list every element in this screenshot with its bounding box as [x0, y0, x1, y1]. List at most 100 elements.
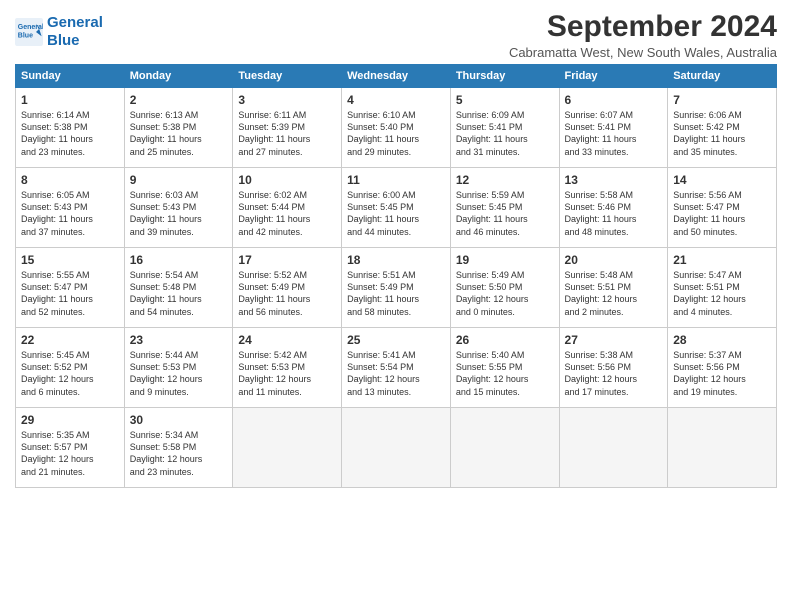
calendar-cell: 27Sunrise: 5:38 AMSunset: 5:56 PMDayligh…: [559, 328, 668, 408]
day-info: Sunrise: 6:07 AMSunset: 5:41 PMDaylight:…: [565, 109, 663, 158]
calendar-cell: 23Sunrise: 5:44 AMSunset: 5:53 PMDayligh…: [124, 328, 233, 408]
calendar-header-tuesday: Tuesday: [233, 65, 342, 88]
day-number: 20: [565, 252, 663, 268]
week-row-3: 15Sunrise: 5:55 AMSunset: 5:47 PMDayligh…: [16, 248, 777, 328]
day-number: 23: [130, 332, 228, 348]
day-info: Sunrise: 6:03 AMSunset: 5:43 PMDaylight:…: [130, 189, 228, 238]
calendar-cell: 17Sunrise: 5:52 AMSunset: 5:49 PMDayligh…: [233, 248, 342, 328]
calendar-cell: [668, 408, 777, 488]
day-number: 2: [130, 92, 228, 108]
week-row-5: 29Sunrise: 5:35 AMSunset: 5:57 PMDayligh…: [16, 408, 777, 488]
day-number: 15: [21, 252, 119, 268]
calendar-cell: 18Sunrise: 5:51 AMSunset: 5:49 PMDayligh…: [342, 248, 451, 328]
day-number: 1: [21, 92, 119, 108]
calendar-cell: 4Sunrise: 6:10 AMSunset: 5:40 PMDaylight…: [342, 88, 451, 168]
calendar-header-row: SundayMondayTuesdayWednesdayThursdayFrid…: [16, 65, 777, 88]
day-number: 21: [673, 252, 771, 268]
header: General Blue General Blue September 2024…: [15, 10, 777, 60]
day-info: Sunrise: 5:55 AMSunset: 5:47 PMDaylight:…: [21, 269, 119, 318]
calendar-cell: 7Sunrise: 6:06 AMSunset: 5:42 PMDaylight…: [668, 88, 777, 168]
calendar-header-sunday: Sunday: [16, 65, 125, 88]
day-info: Sunrise: 5:54 AMSunset: 5:48 PMDaylight:…: [130, 269, 228, 318]
calendar-cell: 15Sunrise: 5:55 AMSunset: 5:47 PMDayligh…: [16, 248, 125, 328]
calendar-cell: 26Sunrise: 5:40 AMSunset: 5:55 PMDayligh…: [450, 328, 559, 408]
calendar-cell: 20Sunrise: 5:48 AMSunset: 5:51 PMDayligh…: [559, 248, 668, 328]
calendar-cell: 16Sunrise: 5:54 AMSunset: 5:48 PMDayligh…: [124, 248, 233, 328]
day-info: Sunrise: 5:56 AMSunset: 5:47 PMDaylight:…: [673, 189, 771, 238]
day-info: Sunrise: 5:58 AMSunset: 5:46 PMDaylight:…: [565, 189, 663, 238]
calendar-cell: 3Sunrise: 6:11 AMSunset: 5:39 PMDaylight…: [233, 88, 342, 168]
day-number: 9: [130, 172, 228, 188]
day-info: Sunrise: 5:52 AMSunset: 5:49 PMDaylight:…: [238, 269, 336, 318]
calendar-header-saturday: Saturday: [668, 65, 777, 88]
day-number: 3: [238, 92, 336, 108]
day-info: Sunrise: 5:40 AMSunset: 5:55 PMDaylight:…: [456, 349, 554, 398]
day-info: Sunrise: 6:14 AMSunset: 5:38 PMDaylight:…: [21, 109, 119, 158]
location-subtitle: Cabramatta West, New South Wales, Austra…: [509, 45, 777, 60]
day-info: Sunrise: 6:11 AMSunset: 5:39 PMDaylight:…: [238, 109, 336, 158]
calendar-header-monday: Monday: [124, 65, 233, 88]
calendar-cell: [342, 408, 451, 488]
calendar-cell: 13Sunrise: 5:58 AMSunset: 5:46 PMDayligh…: [559, 168, 668, 248]
calendar-cell: 2Sunrise: 6:13 AMSunset: 5:38 PMDaylight…: [124, 88, 233, 168]
calendar-cell: 12Sunrise: 5:59 AMSunset: 5:45 PMDayligh…: [450, 168, 559, 248]
day-number: 26: [456, 332, 554, 348]
week-row-1: 1Sunrise: 6:14 AMSunset: 5:38 PMDaylight…: [16, 88, 777, 168]
day-number: 11: [347, 172, 445, 188]
calendar-cell: 9Sunrise: 6:03 AMSunset: 5:43 PMDaylight…: [124, 168, 233, 248]
day-info: Sunrise: 5:38 AMSunset: 5:56 PMDaylight:…: [565, 349, 663, 398]
day-number: 12: [456, 172, 554, 188]
day-info: Sunrise: 5:48 AMSunset: 5:51 PMDaylight:…: [565, 269, 663, 318]
calendar-cell: [450, 408, 559, 488]
logo-text-line1: General: [47, 14, 103, 32]
day-number: 22: [21, 332, 119, 348]
day-number: 25: [347, 332, 445, 348]
day-number: 7: [673, 92, 771, 108]
calendar-cell: 19Sunrise: 5:49 AMSunset: 5:50 PMDayligh…: [450, 248, 559, 328]
day-info: Sunrise: 5:35 AMSunset: 5:57 PMDaylight:…: [21, 429, 119, 478]
day-number: 27: [565, 332, 663, 348]
day-info: Sunrise: 5:34 AMSunset: 5:58 PMDaylight:…: [130, 429, 228, 478]
day-info: Sunrise: 6:02 AMSunset: 5:44 PMDaylight:…: [238, 189, 336, 238]
calendar-cell: 22Sunrise: 5:45 AMSunset: 5:52 PMDayligh…: [16, 328, 125, 408]
logo-icon: General Blue: [15, 18, 43, 46]
day-number: 4: [347, 92, 445, 108]
calendar-cell: 24Sunrise: 5:42 AMSunset: 5:53 PMDayligh…: [233, 328, 342, 408]
day-number: 18: [347, 252, 445, 268]
day-info: Sunrise: 5:51 AMSunset: 5:49 PMDaylight:…: [347, 269, 445, 318]
day-number: 8: [21, 172, 119, 188]
day-number: 16: [130, 252, 228, 268]
day-info: Sunrise: 5:44 AMSunset: 5:53 PMDaylight:…: [130, 349, 228, 398]
week-row-2: 8Sunrise: 6:05 AMSunset: 5:43 PMDaylight…: [16, 168, 777, 248]
day-number: 30: [130, 412, 228, 428]
day-number: 19: [456, 252, 554, 268]
calendar-cell: 14Sunrise: 5:56 AMSunset: 5:47 PMDayligh…: [668, 168, 777, 248]
day-info: Sunrise: 6:10 AMSunset: 5:40 PMDaylight:…: [347, 109, 445, 158]
day-number: 13: [565, 172, 663, 188]
day-number: 5: [456, 92, 554, 108]
day-number: 6: [565, 92, 663, 108]
week-row-4: 22Sunrise: 5:45 AMSunset: 5:52 PMDayligh…: [16, 328, 777, 408]
day-info: Sunrise: 5:37 AMSunset: 5:56 PMDaylight:…: [673, 349, 771, 398]
day-info: Sunrise: 6:13 AMSunset: 5:38 PMDaylight:…: [130, 109, 228, 158]
day-info: Sunrise: 6:05 AMSunset: 5:43 PMDaylight:…: [21, 189, 119, 238]
calendar-header-wednesday: Wednesday: [342, 65, 451, 88]
calendar-cell: 21Sunrise: 5:47 AMSunset: 5:51 PMDayligh…: [668, 248, 777, 328]
day-number: 29: [21, 412, 119, 428]
day-number: 10: [238, 172, 336, 188]
day-info: Sunrise: 5:41 AMSunset: 5:54 PMDaylight:…: [347, 349, 445, 398]
calendar-cell: 28Sunrise: 5:37 AMSunset: 5:56 PMDayligh…: [668, 328, 777, 408]
day-number: 17: [238, 252, 336, 268]
logo-text-line2: Blue: [47, 32, 103, 50]
calendar-cell: [559, 408, 668, 488]
day-info: Sunrise: 6:06 AMSunset: 5:42 PMDaylight:…: [673, 109, 771, 158]
calendar-cell: 5Sunrise: 6:09 AMSunset: 5:41 PMDaylight…: [450, 88, 559, 168]
day-number: 28: [673, 332, 771, 348]
calendar-cell: 10Sunrise: 6:02 AMSunset: 5:44 PMDayligh…: [233, 168, 342, 248]
logo: General Blue General Blue: [15, 10, 103, 50]
day-info: Sunrise: 6:09 AMSunset: 5:41 PMDaylight:…: [456, 109, 554, 158]
day-number: 24: [238, 332, 336, 348]
calendar-header-friday: Friday: [559, 65, 668, 88]
title-area: September 2024 Cabramatta West, New Sout…: [509, 10, 777, 60]
day-info: Sunrise: 5:45 AMSunset: 5:52 PMDaylight:…: [21, 349, 119, 398]
